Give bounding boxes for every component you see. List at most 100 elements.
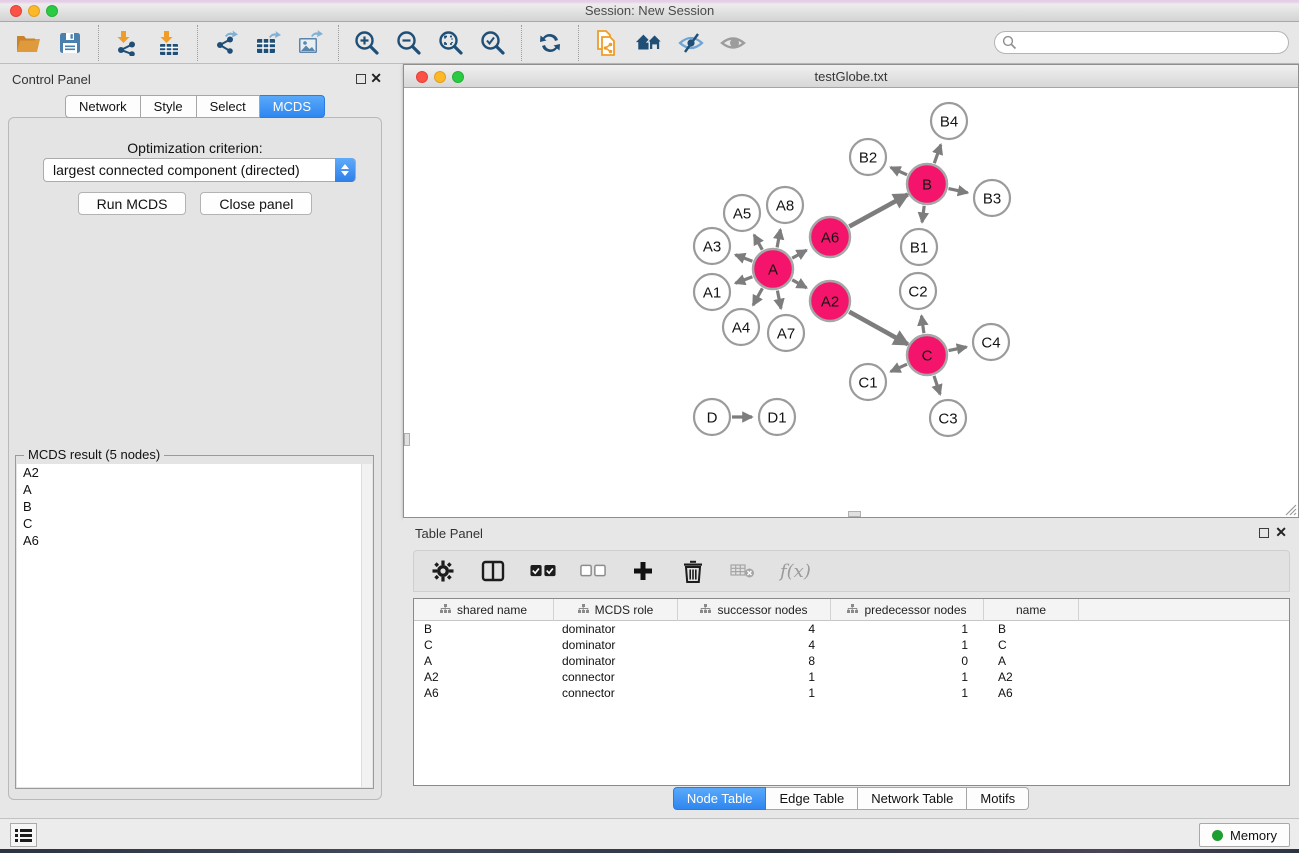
node-A2[interactable]: A2 xyxy=(810,281,850,321)
edge-A-A7[interactable] xyxy=(777,291,781,309)
edge-A-A3[interactable] xyxy=(735,255,752,261)
tab-mcds[interactable]: MCDS xyxy=(260,95,325,118)
table-row[interactable]: Adominator80A xyxy=(414,653,1289,669)
table-cell[interactable]: 0 xyxy=(831,653,984,669)
edge-B-B2[interactable] xyxy=(891,167,907,174)
tab-node-table[interactable]: Node Table xyxy=(673,787,767,810)
edge-C-C1[interactable] xyxy=(891,364,907,371)
edge-A-A6[interactable] xyxy=(792,250,806,258)
node-B1[interactable]: B1 xyxy=(901,229,937,265)
table-cell[interactable]: 1 xyxy=(678,669,831,685)
mcds-result-item[interactable]: A6 xyxy=(17,532,361,549)
column-header-name[interactable]: name xyxy=(984,599,1079,621)
mcds-result-item[interactable]: A2 xyxy=(17,464,361,481)
edge-B-B4[interactable] xyxy=(934,145,941,164)
table-cell[interactable]: connector xyxy=(554,669,678,685)
table-row[interactable]: A6connector11A6 xyxy=(414,685,1289,701)
table-cell[interactable]: dominator xyxy=(554,621,678,637)
network-window-titlebar[interactable]: testGlobe.txt xyxy=(404,65,1298,88)
import-table-icon[interactable] xyxy=(155,29,183,57)
edge-B-B3[interactable] xyxy=(949,189,968,193)
function-builder-icon[interactable]: f(x) xyxy=(780,561,811,582)
delete-column-trash-icon[interactable] xyxy=(680,558,706,584)
node-A4[interactable]: A4 xyxy=(723,309,759,345)
deselect-all-checkboxes-icon[interactable] xyxy=(580,558,606,584)
table-cell[interactable]: 1 xyxy=(831,685,984,701)
table-cell[interactable]: 1 xyxy=(831,637,984,653)
add-column-icon[interactable] xyxy=(630,558,656,584)
column-header-shared-name[interactable]: shared name xyxy=(414,599,554,621)
network-graph[interactable]: B4B2BB3A8A5A6A3B1AC2A1A2A4A7C4CC1DD1C3 xyxy=(404,88,1298,517)
column-header-predecessor-nodes[interactable]: predecessor nodes xyxy=(831,599,984,621)
node-B[interactable]: B xyxy=(907,164,947,204)
node-B3[interactable]: B3 xyxy=(974,180,1010,216)
mcds-result-list[interactable]: A2ABCA6 xyxy=(17,464,361,787)
hide-floating-eye-icon[interactable] xyxy=(677,29,705,57)
tab-network[interactable]: Network xyxy=(65,95,141,118)
node-B4[interactable]: B4 xyxy=(931,103,967,139)
column-header-MCDS-role[interactable]: MCDS role xyxy=(554,599,678,621)
node-A5[interactable]: A5 xyxy=(724,195,760,231)
window-resize-grip[interactable] xyxy=(1284,503,1297,516)
table-header-row[interactable]: shared nameMCDS rolesuccessor nodesprede… xyxy=(414,599,1289,621)
canvas-left-grip[interactable] xyxy=(404,433,410,446)
edge-A-A5[interactable] xyxy=(754,235,762,250)
node-A[interactable]: A xyxy=(753,249,793,289)
session-files-icon[interactable] xyxy=(593,29,621,57)
node-C1[interactable]: C1 xyxy=(850,364,886,400)
table-cell[interactable]: B xyxy=(414,621,554,637)
edge-C-C2[interactable] xyxy=(922,316,924,333)
close-panel-button[interactable]: Close panel xyxy=(200,192,312,215)
mcds-result-item[interactable]: A xyxy=(17,481,361,498)
zoom-fit-icon[interactable] xyxy=(437,29,465,57)
run-mcds-button[interactable]: Run MCDS xyxy=(78,192,187,215)
zoom-selected-icon[interactable] xyxy=(479,29,507,57)
tab-edge-table[interactable]: Edge Table xyxy=(766,787,858,810)
save-session-icon[interactable] xyxy=(56,29,84,57)
node-A6[interactable]: A6 xyxy=(810,217,850,257)
edge-C-C3[interactable] xyxy=(934,376,940,394)
export-network-icon[interactable] xyxy=(212,29,240,57)
tab-style[interactable]: Style xyxy=(141,95,197,118)
column-header-successor-nodes[interactable]: successor nodes xyxy=(678,599,831,621)
edge-A2-C[interactable] xyxy=(849,312,908,345)
mcds-result-item[interactable]: B xyxy=(17,498,361,515)
memory-button[interactable]: Memory xyxy=(1199,823,1290,847)
table-cell[interactable]: 8 xyxy=(678,653,831,669)
optimization-criterion-select[interactable]: largest connected component (directed) xyxy=(43,158,356,182)
control-panel-close-icon[interactable]: ✕ xyxy=(370,69,382,87)
tab-select[interactable]: Select xyxy=(197,95,260,118)
select-all-checkboxes-icon[interactable] xyxy=(530,558,556,584)
edge-A-A8[interactable] xyxy=(777,230,780,248)
table-row[interactable]: A2connector11A2 xyxy=(414,669,1289,685)
tab-network-table[interactable]: Network Table xyxy=(858,787,967,810)
table-cell[interactable]: 1 xyxy=(678,685,831,701)
show-eye-icon[interactable] xyxy=(719,29,747,57)
node-A3[interactable]: A3 xyxy=(694,228,730,264)
node-D1[interactable]: D1 xyxy=(759,399,795,435)
mcds-result-scrollbar[interactable] xyxy=(361,464,372,787)
table-cell[interactable]: 4 xyxy=(678,621,831,637)
node-C3[interactable]: C3 xyxy=(930,400,966,436)
edge-A-A4[interactable] xyxy=(753,288,762,305)
table-row[interactable]: Cdominator41C xyxy=(414,637,1289,653)
table-cell[interactable]: C xyxy=(414,637,554,653)
mcds-result-item[interactable]: C xyxy=(17,515,361,532)
table-cell[interactable]: A xyxy=(984,653,1079,669)
edge-A6-B[interactable] xyxy=(849,195,907,227)
node-C[interactable]: C xyxy=(907,335,947,375)
control-panel-float-icon[interactable] xyxy=(356,74,366,84)
tab-motifs[interactable]: Motifs xyxy=(967,787,1029,810)
search-input[interactable] xyxy=(994,31,1289,54)
table-cell[interactable]: B xyxy=(984,621,1079,637)
table-cell[interactable]: A xyxy=(414,653,554,669)
table-panel-close-icon[interactable]: ✕ xyxy=(1275,523,1287,541)
table-cell[interactable]: 1 xyxy=(831,669,984,685)
table-row[interactable]: Bdominator41B xyxy=(414,621,1289,637)
table-cell[interactable]: A6 xyxy=(984,685,1079,701)
edge-C-C4[interactable] xyxy=(949,347,967,351)
export-image-icon[interactable] xyxy=(296,29,324,57)
table-cell[interactable]: 4 xyxy=(678,637,831,653)
table-cell[interactable]: dominator xyxy=(554,653,678,669)
edge-A-A2[interactable] xyxy=(792,280,806,288)
